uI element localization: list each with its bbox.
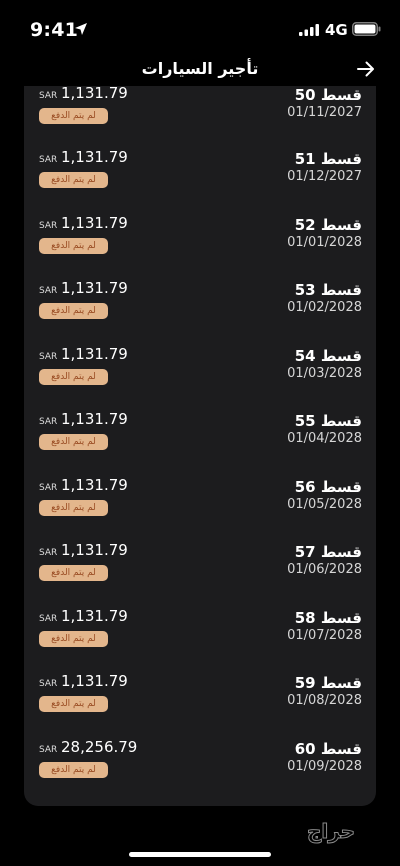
installment-date: 01/04/2028 — [287, 431, 362, 446]
installment-date: 01/01/2028 — [287, 235, 362, 250]
installment-amount: 1,131.79 — [61, 672, 128, 690]
installment-date: 01/12/2027 — [287, 169, 362, 184]
installment-amount: 1,131.79 — [61, 607, 128, 625]
installment-label: قسط 56 — [294, 478, 362, 496]
installments-list: قسط 50 01/11/2027 SAR 1,131.79 لم يتم ال… — [24, 86, 376, 806]
payment-status-badge: لم يتم الدفع — [39, 696, 108, 712]
installment-amount: 1,131.79 — [61, 148, 128, 166]
payment-status-badge: لم يتم الدفع — [39, 631, 108, 647]
installment-row[interactable]: قسط 54 01/03/2028 SAR 1,131.79 لم يتم ال… — [24, 345, 376, 413]
installment-date: 01/02/2028 — [287, 300, 362, 315]
currency-label: SAR — [39, 352, 58, 362]
installment-date: 01/05/2028 — [287, 497, 362, 512]
installment-row[interactable]: قسط 60 01/09/2028 SAR 28,256.79 لم يتم ا… — [24, 738, 376, 806]
installment-label: قسط 60 — [294, 740, 362, 758]
currency-label: SAR — [39, 614, 58, 624]
installment-amount: 1,131.79 — [61, 345, 128, 363]
installment-amount: 28,256.79 — [61, 738, 138, 756]
installment-label: قسط 53 — [294, 281, 362, 299]
payment-status-badge: لم يتم الدفع — [39, 303, 108, 319]
installment-amount: 1,131.79 — [61, 86, 128, 102]
installment-amount: 1,131.79 — [61, 410, 128, 428]
installment-label: قسط 59 — [294, 674, 362, 692]
payment-status-badge: لم يتم الدفع — [39, 369, 108, 385]
installment-date: 01/07/2028 — [287, 628, 362, 643]
payment-status-badge: لم يتم الدفع — [39, 172, 108, 188]
installment-label: قسط 51 — [294, 150, 362, 168]
installment-row[interactable]: قسط 52 01/01/2028 SAR 1,131.79 لم يتم ال… — [24, 214, 376, 282]
installment-label: قسط 50 — [294, 86, 362, 104]
installment-row[interactable]: قسط 53 01/02/2028 SAR 1,131.79 لم يتم ال… — [24, 279, 376, 347]
installment-date: 01/11/2027 — [287, 105, 362, 120]
installment-label: قسط 52 — [294, 216, 362, 234]
installment-date: 01/08/2028 — [287, 693, 362, 708]
installment-amount: 1,131.79 — [61, 541, 128, 559]
payment-status-badge: لم يتم الدفع — [39, 434, 108, 450]
installment-row[interactable]: قسط 51 01/12/2027 SAR 1,131.79 لم يتم ال… — [24, 148, 376, 216]
installment-label: قسط 57 — [294, 543, 362, 561]
installment-label: قسط 58 — [294, 609, 362, 627]
installment-row[interactable]: قسط 50 01/11/2027 SAR 1,131.79 لم يتم ال… — [24, 86, 376, 152]
currency-label: SAR — [39, 221, 58, 231]
home-indicator[interactable] — [129, 852, 271, 857]
currency-label: SAR — [39, 745, 58, 755]
installment-amount: 1,131.79 — [61, 214, 128, 232]
currency-label: SAR — [39, 483, 58, 493]
nav-bar: تأجير السيارات — [0, 56, 400, 86]
installment-date: 01/03/2028 — [287, 366, 362, 381]
installment-row[interactable]: قسط 58 01/07/2028 SAR 1,131.79 لم يتم ال… — [24, 607, 376, 675]
svg-text:حراج: حراج — [307, 819, 355, 843]
currency-label: SAR — [39, 679, 58, 689]
currency-label: SAR — [39, 155, 58, 165]
installment-label: قسط 54 — [294, 347, 362, 365]
installment-row[interactable]: قسط 56 01/05/2028 SAR 1,131.79 لم يتم ال… — [24, 476, 376, 544]
currency-label: SAR — [39, 91, 58, 101]
network-type: 4G — [325, 21, 348, 39]
battery-icon — [352, 22, 381, 36]
installment-amount: 1,131.79 — [61, 279, 128, 297]
haraj-watermark-logo: حراج — [306, 819, 355, 844]
installment-date: 01/09/2028 — [287, 759, 362, 774]
location-arrow-icon — [75, 23, 87, 35]
installment-row[interactable]: قسط 57 01/06/2028 SAR 1,131.79 لم يتم ال… — [24, 541, 376, 609]
payment-status-badge: لم يتم الدفع — [39, 238, 108, 254]
installment-label: قسط 55 — [294, 412, 362, 430]
page-title: تأجير السيارات — [141, 59, 259, 78]
back-arrow-icon[interactable] — [356, 60, 376, 78]
currency-label: SAR — [39, 286, 58, 296]
currency-label: SAR — [39, 548, 58, 558]
installment-row[interactable]: قسط 59 01/08/2028 SAR 1,131.79 لم يتم ال… — [24, 672, 376, 740]
cellular-signal-icon — [299, 24, 319, 36]
currency-label: SAR — [39, 417, 58, 427]
installment-amount: 1,131.79 — [61, 476, 128, 494]
payment-status-badge: لم يتم الدفع — [39, 108, 108, 124]
installment-row[interactable]: قسط 55 01/04/2028 SAR 1,131.79 لم يتم ال… — [24, 410, 376, 478]
status-time: 9:41 — [30, 19, 79, 41]
payment-status-badge: لم يتم الدفع — [39, 500, 108, 516]
payment-status-badge: لم يتم الدفع — [39, 762, 108, 778]
status-bar: 9:41 4G — [0, 0, 400, 56]
installment-date: 01/06/2028 — [287, 562, 362, 577]
payment-status-badge: لم يتم الدفع — [39, 565, 108, 581]
